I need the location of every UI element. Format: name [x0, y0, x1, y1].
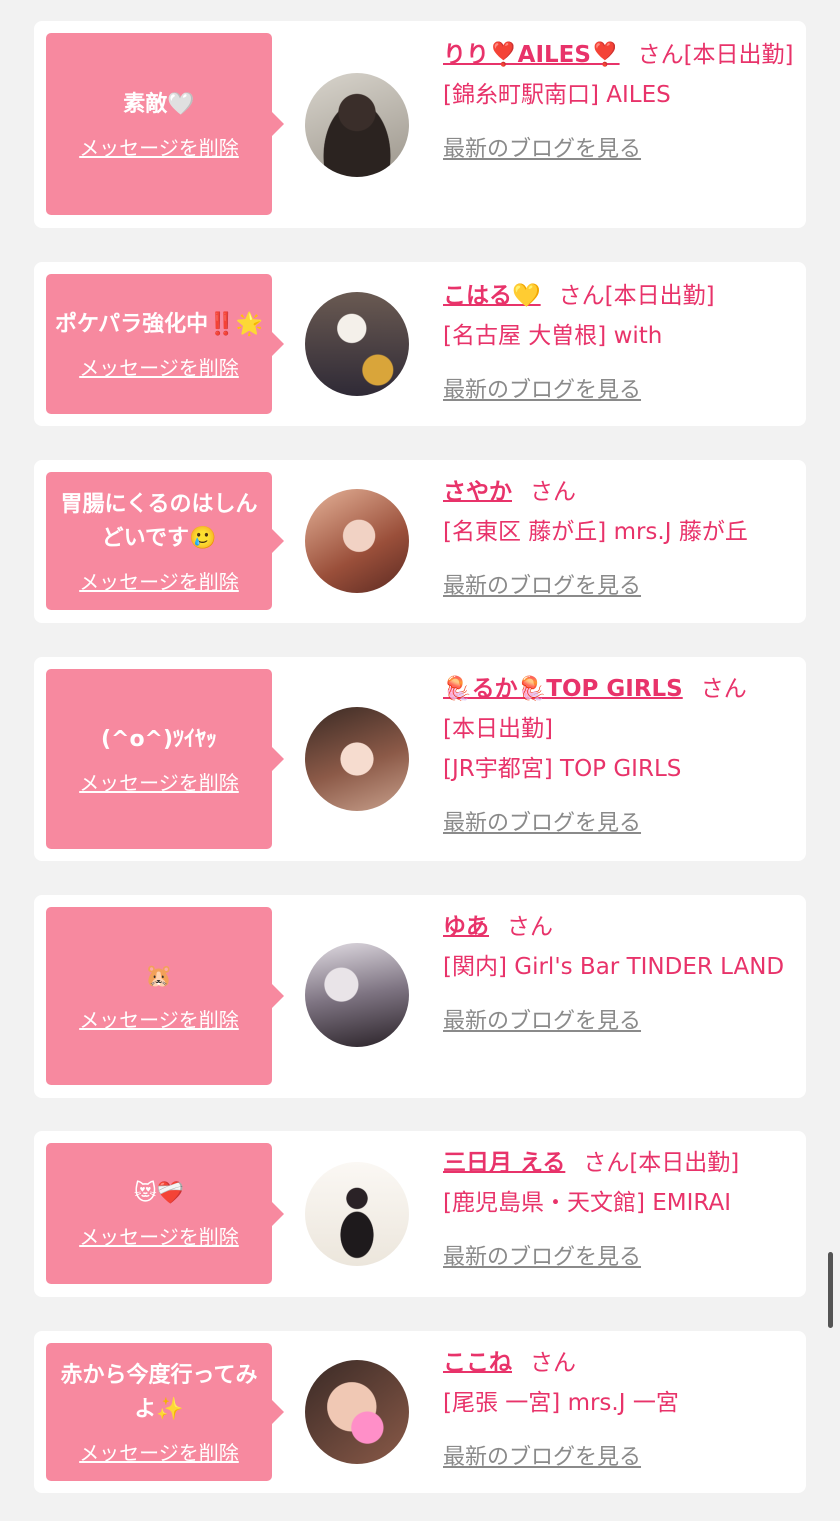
honorific: さん — [530, 1350, 576, 1376]
message-card: 赤から今度行ってみよ✨ メッセージを削除 ここね さん [尾張 一宮] mrs.J… — [34, 1331, 806, 1493]
cast-name-link[interactable]: ゆあ — [443, 914, 489, 940]
shop-text: [錦糸町駅南口] AILES — [443, 82, 671, 108]
honorific: さん — [530, 479, 576, 505]
message-card: 胃腸にくるのはしんどいです🥲 メッセージを削除 さやか さん [名東区 藤が丘] … — [34, 460, 806, 623]
message-bubble: 赤から今度行ってみよ✨ メッセージを削除 — [46, 1343, 284, 1481]
message-text: 赤から今度行ってみよ✨ — [60, 1362, 258, 1422]
honorific: さん — [507, 914, 553, 940]
scrollbar[interactable] — [828, 1252, 833, 1328]
message-bubble: 胃腸にくるのはしんどいです🥲 メッセージを削除 — [46, 472, 284, 610]
cast-info: りり❣️AILES❣️ さん[本日出勤] [錦糸町駅南口] AILES 最新のブロ… — [443, 35, 799, 170]
cast-name-link[interactable]: ここね — [443, 1350, 512, 1376]
shop-text: [鹿児島県・天文館] EMIRAI — [443, 1190, 731, 1216]
cast-info: 🪼るか🪼TOP GIRLS さん [本日出勤] [JR宇都宮] TOP GIRLS… — [443, 669, 799, 844]
message-card: (^o^)ﾂｲﾔｯ メッセージを削除 🪼るか🪼TOP GIRLS さん [本日出勤… — [34, 657, 806, 861]
message-card: ポケパラ強化中‼️🌟 メッセージを削除 こはる💛 さん[本日出勤] [名古屋 大曽… — [34, 262, 806, 426]
cast-name-link[interactable]: さやか — [443, 479, 512, 505]
latest-blog-link[interactable]: 最新のブログを見る — [443, 378, 641, 403]
delete-message-link[interactable]: メッセージを削除 — [79, 1221, 239, 1250]
delete-message-link[interactable]: メッセージを削除 — [79, 352, 239, 381]
delete-message-link[interactable]: メッセージを削除 — [79, 1004, 239, 1033]
avatar[interactable] — [305, 1162, 409, 1266]
honorific: さん — [700, 676, 747, 702]
cast-info: さやか さん [名東区 藤が丘] mrs.J 藤が丘 最新のブログを見る — [443, 472, 799, 607]
latest-blog-link[interactable]: 最新のブログを見る — [443, 1445, 641, 1470]
message-bubble: 😻❤️‍🩹 メッセージを削除 — [46, 1143, 284, 1284]
shop-text: [尾張 一宮] mrs.J 一宮 — [443, 1390, 679, 1416]
delete-message-link[interactable]: メッセージを削除 — [79, 767, 239, 796]
status-text: [本日出勤] — [604, 283, 715, 309]
cast-info: こはる💛 さん[本日出勤] [名古屋 大曽根] with 最新のブログを見る — [443, 276, 799, 411]
cast-info: 三日月 える さん[本日出勤] [鹿児島県・天文館] EMIRAI 最新のブログを… — [443, 1143, 799, 1278]
latest-blog-link[interactable]: 最新のブログを見る — [443, 811, 641, 836]
latest-blog-link[interactable]: 最新のブログを見る — [443, 574, 641, 599]
latest-blog-link[interactable]: 最新のブログを見る — [443, 1009, 641, 1034]
avatar[interactable] — [305, 707, 409, 811]
delete-message-link[interactable]: メッセージを削除 — [79, 566, 239, 595]
cast-info: ここね さん [尾張 一宮] mrs.J 一宮 最新のブログを見る — [443, 1343, 799, 1478]
avatar[interactable] — [305, 292, 409, 396]
cast-name-link[interactable]: こはる💛 — [443, 283, 541, 309]
message-text: 🐹 — [145, 963, 173, 989]
status-text: [本日出勤] — [443, 716, 553, 742]
message-text: 胃腸にくるのはしんどいです🥲 — [60, 491, 258, 551]
message-card: 🐹 メッセージを削除 ゆあ さん [関内] Girl's Bar TINDER L… — [34, 895, 806, 1098]
latest-blog-link[interactable]: 最新のブログを見る — [443, 137, 641, 162]
shop-text: [名古屋 大曽根] with — [443, 323, 663, 349]
message-bubble: (^o^)ﾂｲﾔｯ メッセージを削除 — [46, 669, 284, 849]
message-text: 素敵🤍 — [123, 91, 195, 117]
message-bubble: 素敵🤍 メッセージを削除 — [46, 33, 284, 215]
status-text: [本日出勤] — [629, 1150, 740, 1176]
cast-name-link[interactable]: 🪼るか🪼TOP GIRLS — [443, 676, 683, 702]
message-text: 😻❤️‍🩹 — [133, 1181, 185, 1206]
cast-name-link[interactable]: 三日月 える — [443, 1150, 565, 1176]
message-bubble: 🐹 メッセージを削除 — [46, 907, 284, 1085]
message-card: 😻❤️‍🩹 メッセージを削除 三日月 える さん[本日出勤] [鹿児島県・天文館]… — [34, 1131, 806, 1297]
avatar[interactable] — [305, 943, 409, 1047]
shop-text: [JR宇都宮] TOP GIRLS — [443, 756, 682, 782]
message-text: ポケパラ強化中‼️🌟 — [55, 311, 263, 337]
message-card: 素敵🤍 メッセージを削除 りり❣️AILES❣️ さん[本日出勤] [錦糸町駅南口… — [34, 21, 806, 228]
shop-text: [名東区 藤が丘] mrs.J 藤が丘 — [443, 519, 748, 545]
avatar[interactable] — [305, 1360, 409, 1464]
shop-text: [関内] Girl's Bar TINDER LAND — [443, 954, 785, 980]
status-text: [本日出勤] — [683, 42, 794, 68]
cast-name-link[interactable]: りり❣️AILES❣️ — [443, 42, 620, 68]
honorific: さん — [583, 1150, 630, 1176]
delete-message-link[interactable]: メッセージを削除 — [79, 1437, 239, 1466]
honorific: さん — [558, 283, 605, 309]
latest-blog-link[interactable]: 最新のブログを見る — [443, 1245, 641, 1270]
avatar[interactable] — [305, 489, 409, 593]
message-bubble: ポケパラ強化中‼️🌟 メッセージを削除 — [46, 274, 284, 414]
delete-message-link[interactable]: メッセージを削除 — [79, 132, 239, 161]
cast-info: ゆあ さん [関内] Girl's Bar TINDER LAND 最新のブログを… — [443, 907, 799, 1042]
message-text: (^o^)ﾂｲﾔｯ — [100, 726, 218, 752]
honorific: さん — [637, 42, 684, 68]
avatar[interactable] — [305, 73, 409, 177]
